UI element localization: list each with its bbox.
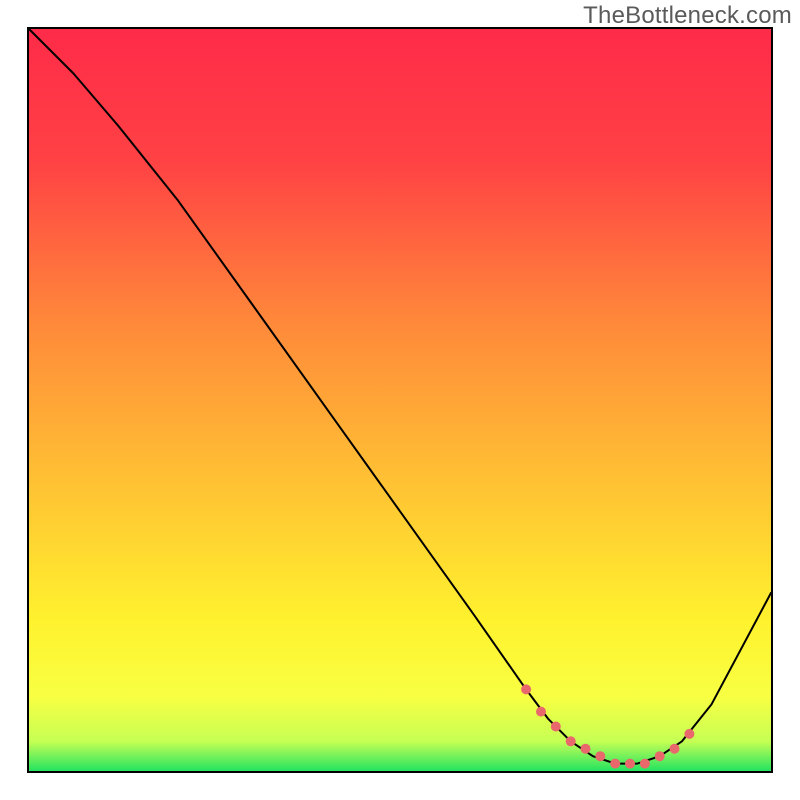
chart-frame: TheBottleneck.com [0, 0, 800, 800]
plot-border [27, 27, 773, 773]
watermark-text: TheBottleneck.com [583, 2, 792, 30]
